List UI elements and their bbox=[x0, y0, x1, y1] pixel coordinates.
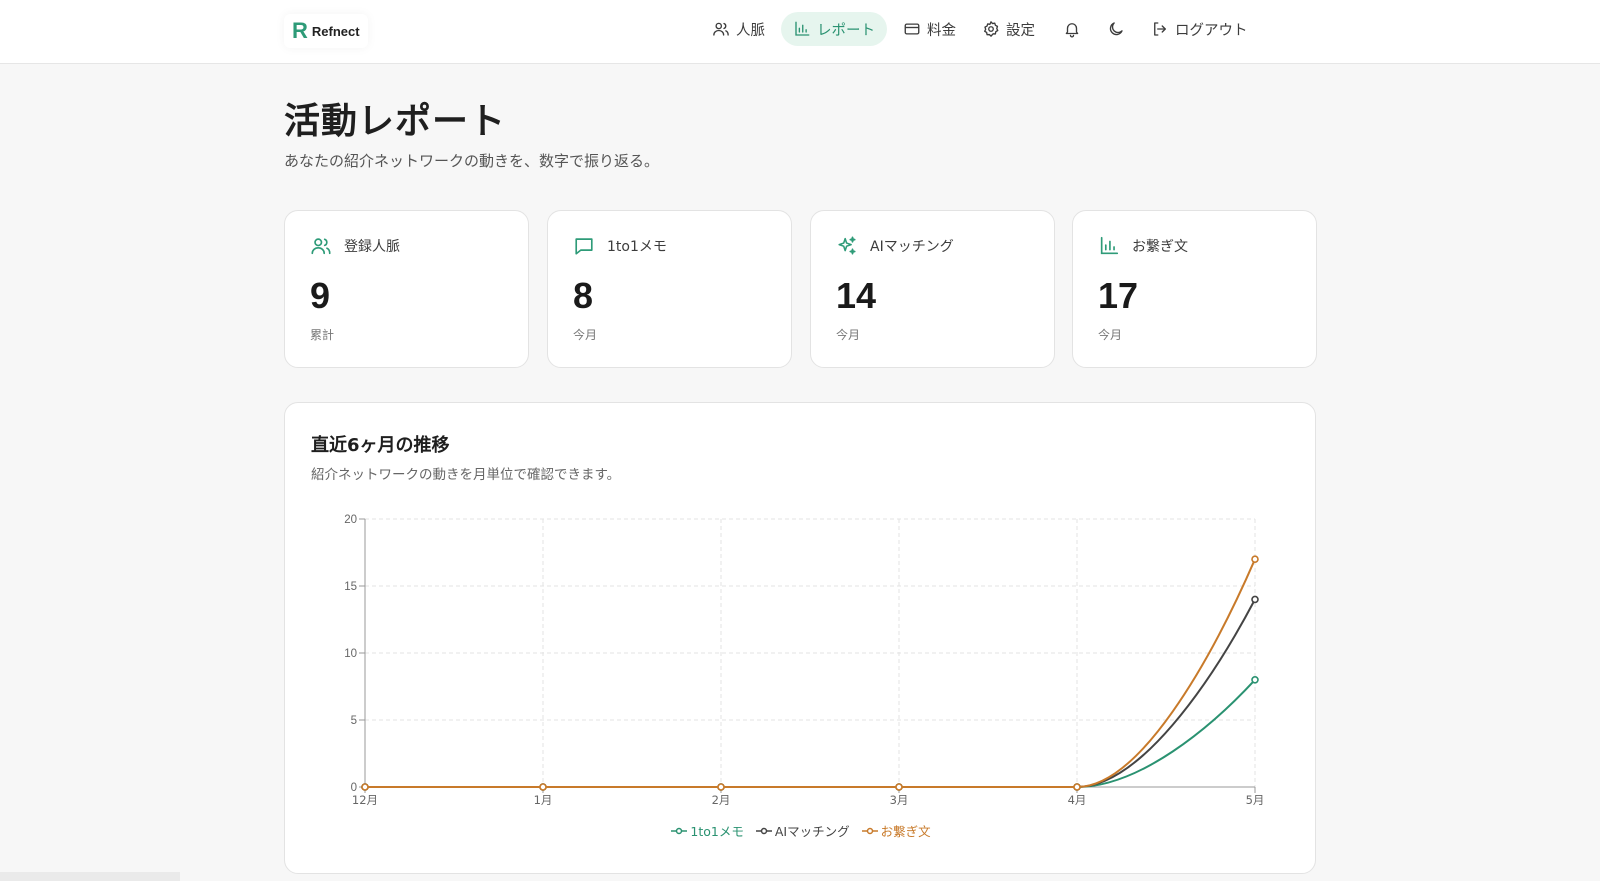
logout-icon bbox=[1154, 22, 1166, 36]
x-tick-label: 5月 bbox=[1246, 793, 1265, 807]
y-tick-label: 15 bbox=[344, 581, 357, 593]
logout-label: ログアウト bbox=[1175, 22, 1248, 39]
moon-icon bbox=[1109, 22, 1123, 36]
stat-value: 17 bbox=[1098, 275, 1139, 316]
series-line-1 bbox=[365, 598, 1256, 788]
scroll-shadow bbox=[0, 872, 180, 881]
legend-marker bbox=[755, 827, 772, 834]
legend-item-intro[interactable]: お繋ぎ文 bbox=[861, 821, 931, 840]
data-point-s2-4 bbox=[1073, 783, 1081, 791]
x-tick-label: 12月 bbox=[352, 793, 378, 807]
stat-label: 登録人脈 bbox=[344, 239, 400, 255]
x-tick-label: 4月 bbox=[1068, 793, 1087, 807]
stat-card-contacts: 登録人脈 9 累計 bbox=[284, 210, 529, 368]
stat-value: 9 bbox=[310, 275, 331, 316]
nav-settings-label: 設定 bbox=[1006, 22, 1035, 39]
stat-card-ai-matching: AIマッチング 14 今月 bbox=[810, 210, 1055, 368]
nav-pricing[interactable]: 料金 bbox=[891, 12, 968, 46]
main-nav: 人脈 レポート 料金 設定 ログアウト bbox=[700, 12, 1260, 46]
top-header: R Refnect 人脈 レポート 料金 設定 ログアウト bbox=[0, 0, 1600, 64]
stat-period: 累計 bbox=[310, 328, 335, 342]
line-chart: 0510152012月 1月 2月 3月 4月 5月 bbox=[344, 514, 1265, 807]
data-point-s2-0 bbox=[361, 783, 369, 791]
legend-marker bbox=[671, 827, 688, 834]
y-tick-label: 10 bbox=[344, 648, 357, 660]
bell-icon bbox=[1065, 23, 1079, 38]
stat-label: 1to1メモ bbox=[607, 239, 667, 255]
nav-people[interactable]: 人脈 bbox=[700, 12, 777, 46]
legend-item-ai[interactable]: AIマッチング bbox=[755, 821, 850, 840]
stat-card-memos: 1to1メモ 8 今月 bbox=[547, 210, 792, 368]
legend-label: AIマッチング bbox=[774, 824, 850, 839]
page-title: 活動レポート bbox=[284, 101, 507, 142]
data-point-s2-2 bbox=[717, 783, 725, 791]
stat-value: 8 bbox=[573, 275, 594, 316]
x-tick-label: 3月 bbox=[890, 793, 909, 807]
theme-toggle-button[interactable] bbox=[1095, 12, 1137, 46]
y-tick-label: 5 bbox=[351, 715, 357, 727]
x-tick-label: 1月 bbox=[534, 793, 553, 807]
stat-card-intros: お繋ぎ文 17 今月 bbox=[1072, 210, 1317, 368]
nav-pricing-label: 料金 bbox=[927, 22, 956, 39]
logo-mark: R bbox=[292, 18, 308, 43]
stat-period: 今月 bbox=[1098, 328, 1123, 342]
legend-label: 1to1メモ bbox=[690, 824, 744, 839]
nav-report[interactable]: レポート bbox=[781, 12, 887, 46]
chart-legend: 1to1メモ AIマッチング お繋ぎ文 bbox=[285, 821, 1317, 840]
legend-marker bbox=[861, 827, 878, 834]
users-icon bbox=[311, 238, 331, 255]
y-tick-label: 20 bbox=[344, 514, 357, 526]
data-point-s1-5 bbox=[1251, 595, 1259, 604]
series-line-2 bbox=[365, 558, 1256, 788]
stat-period: 今月 bbox=[573, 328, 598, 342]
data-point-s2-1 bbox=[539, 783, 547, 791]
stat-label: AIマッチング bbox=[870, 239, 954, 255]
data-point-s0-5 bbox=[1251, 675, 1259, 684]
nav-report-label: レポート bbox=[817, 22, 875, 39]
data-point-s2-5 bbox=[1251, 555, 1259, 563]
stat-value: 14 bbox=[836, 275, 877, 316]
gear-icon bbox=[984, 21, 999, 37]
message-icon bbox=[575, 238, 593, 255]
stat-period: 今月 bbox=[836, 328, 861, 342]
x-tick-label: 2月 bbox=[712, 793, 731, 807]
page-subtitle: あなたの紹介ネットワークの動きを、数字で振り返る。 bbox=[284, 152, 660, 170]
logo-text: Refnect bbox=[311, 23, 360, 39]
users-icon bbox=[713, 22, 729, 36]
notifications-button[interactable] bbox=[1051, 12, 1093, 46]
nav-people-label: 人脈 bbox=[736, 22, 765, 39]
credit-card-icon bbox=[904, 23, 920, 35]
logout-button[interactable]: ログアウト bbox=[1139, 12, 1260, 46]
brand-logo[interactable]: R Refnect bbox=[284, 14, 368, 48]
legend-label: お繋ぎ文 bbox=[880, 824, 931, 839]
data-point-s2-3 bbox=[895, 783, 903, 791]
legend-item-memo[interactable]: 1to1メモ bbox=[671, 821, 744, 840]
bar-chart-icon bbox=[795, 21, 810, 36]
nav-settings[interactable]: 設定 bbox=[970, 12, 1047, 46]
trend-chart-card: 直近6ヶ月の推移 紹介ネットワークの動きを月単位で確認できます。 0 5 10 15 2… bbox=[284, 402, 1316, 874]
stat-label: お繋ぎ文 bbox=[1132, 239, 1188, 255]
sparkles-icon bbox=[838, 236, 856, 255]
bar-chart-icon bbox=[1100, 236, 1119, 255]
